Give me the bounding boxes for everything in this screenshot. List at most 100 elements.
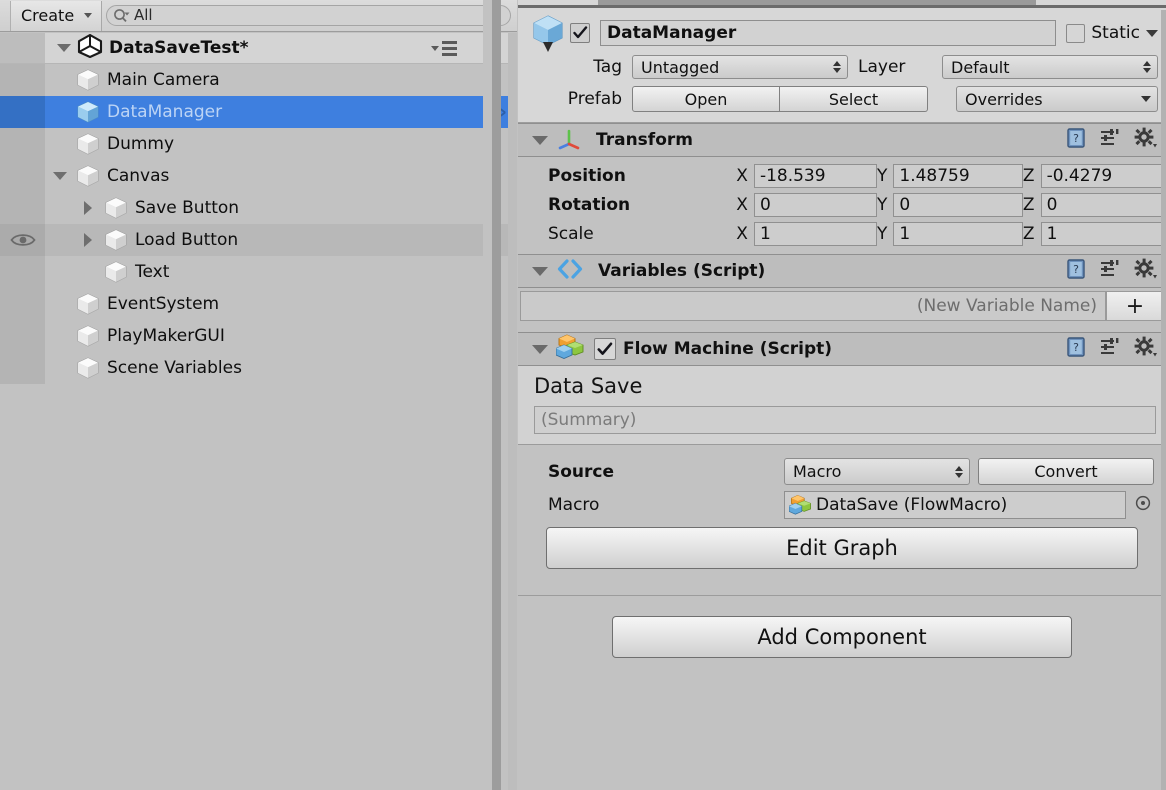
visibility-gutter[interactable]	[0, 160, 45, 192]
chevron-down-icon[interactable]	[1146, 29, 1158, 37]
variables-header-icons: ?	[1066, 258, 1158, 284]
visibility-gutter[interactable]	[0, 320, 45, 352]
add-variable-button[interactable]: +	[1106, 291, 1164, 321]
hierarchy-item-datamanager[interactable]: DataManager ›	[0, 96, 517, 128]
hierarchy-item-load-button[interactable]: Load Button	[0, 224, 517, 256]
transform-scale-y-input[interactable]: 1	[893, 221, 1023, 246]
visibility-gutter[interactable]	[0, 256, 45, 288]
preset-sliders-icon[interactable]	[1100, 128, 1122, 152]
svg-text:?: ?	[1073, 132, 1079, 145]
graph-summary-input[interactable]: (Summary)	[534, 406, 1156, 434]
scene-root-row[interactable]: DataSaveTest*	[0, 33, 517, 64]
hierarchy-item-body: PlayMakerGUI	[45, 320, 517, 352]
chevron-right-icon[interactable]	[73, 201, 103, 215]
gear-icon[interactable]	[1134, 336, 1158, 362]
menu-lines-icon	[442, 40, 457, 56]
edit-graph-button[interactable]: Edit Graph	[546, 527, 1138, 569]
gameobject-cube-icon	[75, 292, 101, 316]
chevron-down-icon[interactable]	[532, 135, 548, 145]
hierarchy-item-dummy[interactable]: Dummy	[0, 128, 517, 160]
gameobject-name-row: DataManager Static	[518, 15, 1166, 52]
unity-logo-icon	[77, 33, 103, 62]
visibility-eye-icon[interactable]	[9, 232, 36, 248]
transform-scale-z-input[interactable]: 1	[1040, 221, 1162, 246]
transform-rotation-z-input[interactable]: 0	[1040, 192, 1162, 217]
flow-machine-header-icons: ?	[1066, 336, 1158, 362]
flow-machine-enabled-checkbox[interactable]	[594, 338, 616, 360]
preset-sliders-icon[interactable]	[1100, 337, 1122, 361]
hierarchy-item-playmakergui[interactable]: PlayMakerGUI	[0, 320, 517, 352]
transform-component-header[interactable]: Transform ?	[518, 123, 1166, 157]
hierarchy-item-label: Scene Variables	[107, 358, 242, 378]
transform-rotation-y-input[interactable]: 0	[893, 192, 1023, 217]
chevron-right-icon[interactable]	[73, 233, 103, 247]
chevron-down-icon[interactable]	[532, 266, 548, 276]
transform-position-z-input[interactable]: -0.4279	[1040, 163, 1162, 188]
hierarchy-item-text[interactable]: Text	[0, 256, 517, 288]
prefab-overrides-dropdown[interactable]: Overrides	[956, 86, 1158, 112]
hierarchy-right-edge	[483, 0, 492, 790]
variables-component-header[interactable]: Variables (Script) ?	[518, 254, 1166, 288]
axis-label-y: Y	[876, 194, 888, 215]
value: 1	[759, 223, 771, 244]
gameobject-cube-icon	[103, 260, 129, 284]
transform-position-y-input[interactable]: 1.48759	[893, 163, 1023, 188]
chevron-down-icon[interactable]	[532, 344, 548, 354]
object-picker-icon[interactable]	[1134, 494, 1152, 516]
preset-sliders-icon[interactable]	[1100, 259, 1122, 283]
visibility-gutter[interactable]	[0, 192, 45, 224]
prefab-select-button[interactable]: Select	[780, 86, 928, 112]
check-icon	[597, 342, 613, 355]
prefab-open-button[interactable]: Open	[632, 86, 780, 112]
axis-label-x: X	[736, 165, 748, 186]
chevron-down-icon[interactable]	[57, 44, 71, 52]
help-book-icon[interactable]: ?	[1066, 336, 1088, 362]
hierarchy-item-eventsystem[interactable]: EventSystem	[0, 288, 517, 320]
add-component-button[interactable]: Add Component	[612, 616, 1072, 658]
visibility-gutter[interactable]	[0, 288, 45, 320]
create-button[interactable]: Create	[10, 0, 102, 31]
layer-dropdown[interactable]: Default	[942, 55, 1158, 79]
new-variable-input[interactable]: (New Variable Name)	[520, 291, 1106, 321]
chevron-down-icon	[1141, 96, 1151, 102]
static-checkbox[interactable]	[1066, 23, 1086, 43]
value: 0	[899, 194, 911, 215]
hierarchy-item-scene-variables[interactable]: Scene Variables	[0, 352, 517, 384]
panel-splitter[interactable]	[492, 0, 501, 790]
hierarchy-item-label: PlayMakerGUI	[107, 326, 225, 346]
tag-dropdown[interactable]: Untagged	[632, 55, 848, 79]
transform-header-icons: ?	[1066, 127, 1158, 153]
hierarchy-item-main-camera[interactable]: Main Camera	[0, 64, 517, 96]
hamburger-menu-icon[interactable]	[431, 40, 457, 56]
hierarchy-item-canvas[interactable]: Canvas	[0, 160, 517, 192]
gameobject-name-input[interactable]: DataManager	[600, 20, 1057, 46]
gameobject-enabled-checkbox[interactable]	[570, 23, 590, 43]
visibility-gutter[interactable]	[0, 128, 45, 160]
visibility-gutter[interactable]	[0, 224, 45, 256]
search-input[interactable]: All	[106, 5, 511, 26]
chevron-down-icon	[84, 13, 93, 18]
chevron-down-icon	[431, 45, 439, 51]
convert-button[interactable]: Convert	[978, 458, 1154, 485]
gear-icon[interactable]	[1134, 127, 1158, 153]
hierarchy-scrollbar[interactable]	[508, 33, 517, 790]
gear-icon[interactable]	[1134, 258, 1158, 284]
hierarchy-item-label: Main Camera	[107, 70, 220, 90]
axis-label-x: X	[736, 223, 748, 244]
source-dropdown[interactable]: Macro	[784, 458, 970, 485]
svg-text:?: ?	[1073, 341, 1079, 354]
visibility-gutter[interactable]	[0, 64, 45, 96]
transform-rotation-x-input[interactable]: 0	[753, 192, 877, 217]
transform-scale-x-input[interactable]: 1	[753, 221, 877, 246]
visibility-gutter[interactable]	[0, 96, 45, 128]
macro-object-field[interactable]: DataSave (FlowMacro)	[784, 490, 1126, 519]
visibility-gutter[interactable]	[0, 352, 45, 384]
hierarchy-panel: Create All DataSaveTest* Main Camera Dat…	[0, 0, 517, 790]
help-book-icon[interactable]: ?	[1066, 127, 1088, 153]
chevron-down-icon[interactable]	[45, 172, 75, 180]
inspector-scrollbar[interactable]	[1161, 10, 1166, 790]
hierarchy-item-save-button[interactable]: Save Button	[0, 192, 517, 224]
flow-machine-component-header[interactable]: Flow Machine (Script) ?	[518, 332, 1166, 366]
transform-position-x-input[interactable]: -18.539	[753, 163, 877, 188]
help-book-icon[interactable]: ?	[1066, 258, 1088, 284]
